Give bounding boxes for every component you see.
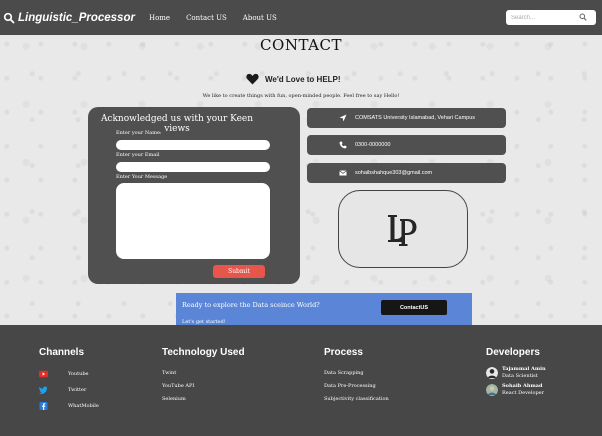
channel-label: Twitter — [68, 387, 87, 393]
search-box — [506, 10, 596, 25]
phone-text: 0300-0000000 — [355, 142, 391, 148]
youtube-icon — [39, 370, 48, 378]
channel-youtube[interactable]: Youtube — [39, 366, 99, 382]
brand[interactable]: Linguistic_Processor — [3, 12, 135, 24]
developer-name: Tajammal Amin — [502, 366, 546, 372]
lp-logo-icon — [388, 215, 417, 246]
channel-label: WhatMobile — [68, 403, 99, 409]
nav-link-contact-us[interactable]: Contact US — [186, 14, 227, 22]
channel-whatmobile[interactable]: WhatMobile — [39, 398, 99, 414]
message-label: Enter Your Message — [116, 174, 168, 180]
developer-role: React Developer — [502, 390, 545, 396]
developer-name: Sohaib Ahmad — [502, 383, 543, 389]
email-text: sohaibshahque303@gmail.com — [355, 170, 433, 176]
avatar — [486, 384, 498, 396]
email-field[interactable] — [116, 162, 270, 172]
footer-developers: Developers Tajammal Amin Data Scientist … — [486, 347, 546, 400]
process-item: Data Scrapping — [324, 369, 364, 376]
address-card: COMSATS University Islamabad, Vehari Cam… — [307, 108, 506, 128]
footer-heading-developers: Developers — [486, 347, 540, 358]
brand-name: Linguistic_Processor — [18, 11, 135, 24]
envelope-icon — [339, 170, 347, 176]
love-heading: We'd Love to HELP! — [246, 73, 341, 85]
search-input[interactable] — [511, 14, 575, 21]
page-title: CONTACT — [260, 36, 342, 54]
channel-label: Youtube — [68, 371, 89, 377]
footer-process: Process Data Scrapping Data Pre-Processi… — [324, 347, 389, 405]
search-button-icon[interactable] — [579, 13, 587, 21]
address-text: COMSATS University Islamabad, Vehari Cam… — [355, 115, 476, 121]
process-item: Subjectivity classification — [324, 395, 389, 402]
phone-icon — [339, 141, 347, 149]
navbar: Linguistic_Processor Home Contact US Abo… — [0, 0, 602, 35]
name-label: Enter your Name: — [116, 130, 162, 136]
twitter-icon — [39, 386, 48, 394]
heart-icon — [246, 73, 259, 85]
location-arrow-icon — [339, 114, 347, 122]
contact-form: Acknowledged us with your Keen views Ent… — [88, 107, 300, 284]
channel-twitter[interactable]: Twitter — [39, 382, 99, 398]
footer-heading-technology: Technology Used — [162, 347, 245, 358]
email-label: Enter your Email — [116, 152, 160, 158]
tagline: We like to create things with fun, open-… — [202, 93, 400, 99]
facebook-icon — [39, 402, 48, 410]
footer: Channels Youtube Twitter WhatMobile Tech… — [0, 325, 602, 436]
name-field[interactable] — [116, 140, 270, 150]
footer-channels: Channels Youtube Twitter WhatMobile — [39, 347, 99, 414]
message-field[interactable] — [116, 183, 270, 259]
love-text: We'd Love to HELP! — [265, 74, 341, 84]
developer-role: Data Scientist — [502, 373, 538, 379]
phone-card: 0300-0000000 — [307, 135, 506, 155]
technology-item: Twint — [162, 369, 177, 376]
cta-title: Ready to explore the Data sceince World? — [182, 301, 320, 309]
footer-technology: Technology Used Twint YouTube API Seleni… — [162, 347, 245, 405]
process-item: Data Pre-Processing — [324, 382, 376, 389]
technology-item: Selenium — [162, 395, 186, 402]
developer-item: Tajammal Amin Data Scientist — [486, 366, 546, 379]
submit-button[interactable]: Submit — [213, 265, 265, 278]
nav-link-about-us[interactable]: About US — [243, 14, 277, 22]
form-title: Acknowledged us with your Keen views — [100, 114, 254, 134]
contact-us-button[interactable]: ContactUS — [381, 300, 447, 315]
technology-item: YouTube API — [162, 382, 195, 389]
search-icon — [3, 12, 15, 23]
logo-card — [338, 190, 468, 268]
developer-item: Sohaib Ahmad React Developer — [486, 383, 546, 396]
footer-heading-channels: Channels — [39, 347, 85, 358]
footer-heading-process: Process — [324, 347, 363, 358]
email-card: sohaibshahque303@gmail.com — [307, 163, 506, 183]
avatar — [486, 367, 498, 379]
nav-link-home[interactable]: Home — [149, 14, 170, 22]
